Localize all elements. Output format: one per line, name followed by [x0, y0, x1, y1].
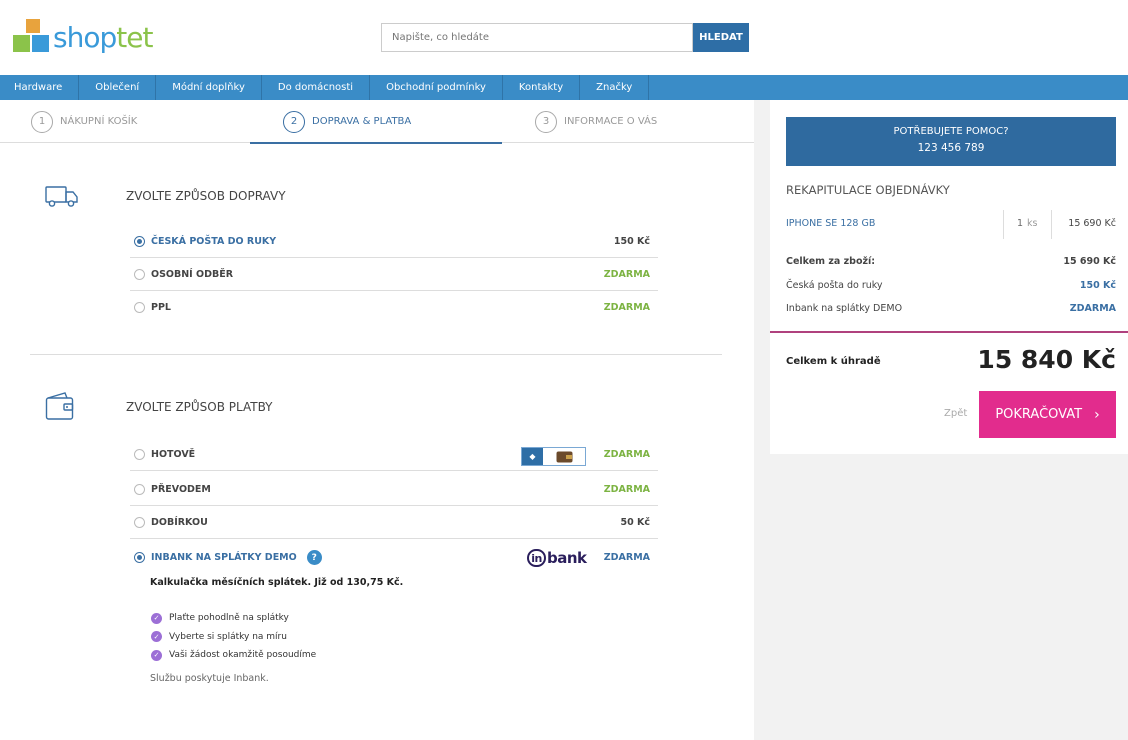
order-summary: POTŘEBUJETE POMOC? 123 456 789 REKAPITUL…	[770, 100, 1128, 454]
checkout-main: 1 NÁKUPNÍ KOŠÍK 2 DOPRAVA & PLATBA 3 INF…	[0, 100, 754, 740]
option-price: 150 Kč	[613, 235, 650, 247]
option-price: ZDARMA	[603, 552, 650, 563]
shipping-option-ppl[interactable]: PPL ZDARMA	[130, 291, 658, 324]
item-quantity: 1 ks	[1017, 218, 1038, 229]
shipping-title: ZVOLTE ZPŮSOB DOPRAVY	[126, 189, 286, 203]
radio[interactable]	[134, 516, 145, 528]
radio-selected[interactable]	[134, 552, 145, 563]
step-cart[interactable]: 1 NÁKUPNÍ KOŠÍK	[31, 100, 137, 143]
radio[interactable]	[134, 268, 145, 280]
option-label: HOTOVĚ	[151, 448, 196, 460]
nav-item-hardware[interactable]: Hardware	[0, 75, 80, 100]
card-icon: ◆	[522, 448, 543, 465]
nav-item-obleceni[interactable]: Oblečení	[79, 75, 157, 100]
inbank-logo-in: in	[527, 549, 546, 567]
payment-option-dobirkou[interactable]: DOBÍRKOU 50 Kč	[130, 506, 658, 539]
checkout-steps: 1 NÁKUPNÍ KOŠÍK 2 DOPRAVA & PLATBA 3 INF…	[0, 100, 754, 144]
nav-item-obchodni-podminky[interactable]: Obchodní podmínky	[370, 75, 503, 100]
help-contact-box[interactable]: POTŘEBUJETE POMOC? 123 456 789	[786, 117, 1116, 166]
payment-option-hotove[interactable]: HOTOVĚ ◆ ZDARMA	[130, 438, 658, 471]
option-price: 50 Kč	[620, 516, 650, 528]
logo-square-green	[13, 35, 30, 52]
radio[interactable]	[134, 302, 145, 313]
total-divider	[770, 331, 1128, 333]
cash-payment-icons: ◆	[521, 447, 586, 466]
shipping-option-ceska-posta[interactable]: ČESKÁ POŠTA DO RUKY 150 Kč	[130, 225, 658, 258]
nav-item-do-domacnosti[interactable]: Do domácnosti	[262, 75, 371, 100]
section-divider	[30, 354, 722, 355]
total-label: Celkem k úhradě	[786, 356, 881, 367]
radio[interactable]	[134, 483, 145, 495]
benefit-item: ✓ Vyberte si splátky na míru	[151, 628, 316, 647]
benefit-item: ✓ Plaťte pohodlně na splátky	[151, 609, 316, 628]
benefit-item: ✓ Vaši žádost okamžitě posoudíme	[151, 646, 316, 665]
step-label: DOPRAVA & PLATBA	[312, 116, 412, 127]
total-value: 15 840 Kč	[977, 345, 1116, 374]
wallet-brown-icon	[543, 448, 585, 465]
check-icon: ✓	[151, 612, 162, 624]
truck-icon	[45, 186, 78, 207]
option-label: INBANK NA SPLÁTKY DEMO	[151, 552, 297, 563]
option-label: ČESKÁ POŠTA DO RUKY	[151, 235, 277, 247]
inbank-benefits: ✓ Plaťte pohodlně na splátky ✓ Vyberte si …	[151, 609, 316, 665]
radio[interactable]	[134, 448, 145, 460]
inbank-logo: in bank	[527, 549, 587, 567]
service-provider-note: Službu poskytuje Inbank.	[150, 673, 269, 684]
radio-selected[interactable]	[134, 235, 145, 247]
payment-title: ZVOLTE ZPŮSOB PLATBY	[126, 400, 273, 414]
check-icon: ✓	[151, 631, 162, 643]
nav-item-kontakty[interactable]: Kontakty	[503, 75, 581, 100]
option-label: OSOBNÍ ODBĚR	[151, 268, 234, 280]
help-phone[interactable]: 123 456 789	[786, 142, 1116, 154]
wallet-icon	[45, 392, 74, 420]
step-customer-info[interactable]: 3 INFORMACE O VÁS	[535, 100, 657, 143]
check-icon: ✓	[151, 649, 162, 661]
installment-calculator-text: Kalkulačka měsíčních splátek. Již od 130…	[150, 577, 404, 588]
step-shipping-payment[interactable]: 2 DOPRAVA & PLATBA	[283, 100, 411, 143]
logo-square-orange	[26, 19, 40, 33]
logo-text: shoptet	[53, 21, 153, 54]
search-input[interactable]	[381, 23, 693, 52]
option-label: DOBÍRKOU	[151, 516, 208, 528]
option-price: ZDARMA	[603, 448, 650, 460]
step-label: INFORMACE O VÁS	[564, 116, 658, 127]
main-nav: Hardware Oblečení Módní doplňky Do domác…	[0, 75, 1128, 100]
chevron-right-icon: ›	[1094, 406, 1100, 423]
continue-button[interactable]: POKRAČOVAT ›	[979, 391, 1116, 438]
payment-option-inbank[interactable]: INBANK NA SPLÁTKY DEMO ? in bank ZDARMA	[130, 541, 658, 574]
payment-option-prevodem[interactable]: PŘEVODEM ZDARMA	[130, 473, 658, 506]
column-separator	[1003, 210, 1004, 239]
step-label: NÁKUPNÍ KOŠÍK	[60, 116, 138, 127]
option-price: ZDARMA	[603, 268, 650, 280]
option-label: PPL	[151, 302, 171, 313]
inbank-logo-rest: bank	[547, 549, 587, 567]
option-price: ZDARMA	[603, 302, 650, 313]
header: shoptet HLEDAT	[0, 0, 1128, 75]
step-number: 1	[31, 110, 53, 133]
column-separator	[1051, 210, 1052, 239]
logo-square-blue	[32, 35, 49, 52]
item-name[interactable]: IPHONE SE 128 GB	[786, 218, 875, 229]
nav-item-modni-doplnky[interactable]: Módní doplňky	[156, 75, 262, 100]
step-number: 3	[535, 110, 557, 133]
help-title: POTŘEBUJETE POMOC?	[893, 126, 1009, 137]
active-step-indicator	[250, 142, 502, 144]
back-link[interactable]: Zpět	[944, 408, 967, 419]
option-label: PŘEVODEM	[151, 483, 211, 495]
search-button[interactable]: HLEDAT	[693, 23, 749, 52]
option-price: ZDARMA	[603, 483, 650, 495]
search-bar: HLEDAT	[381, 23, 749, 52]
shipping-option-osobni-odber[interactable]: OSOBNÍ ODBĚR ZDARMA	[130, 258, 658, 291]
step-number: 2	[283, 110, 305, 133]
order-sidebar: POTŘEBUJETE POMOC? 123 456 789 REKAPITUL…	[754, 100, 1128, 740]
recap-title: REKAPITULACE OBJEDNÁVKY	[786, 183, 950, 197]
item-price: 15 690 Kč	[1068, 218, 1116, 229]
help-icon[interactable]: ?	[306, 550, 322, 565]
cart-item-row: IPHONE SE 128 GB 1 ks 15 690 Kč	[786, 210, 1116, 239]
nav-item-znacky[interactable]: Značky	[580, 75, 650, 100]
